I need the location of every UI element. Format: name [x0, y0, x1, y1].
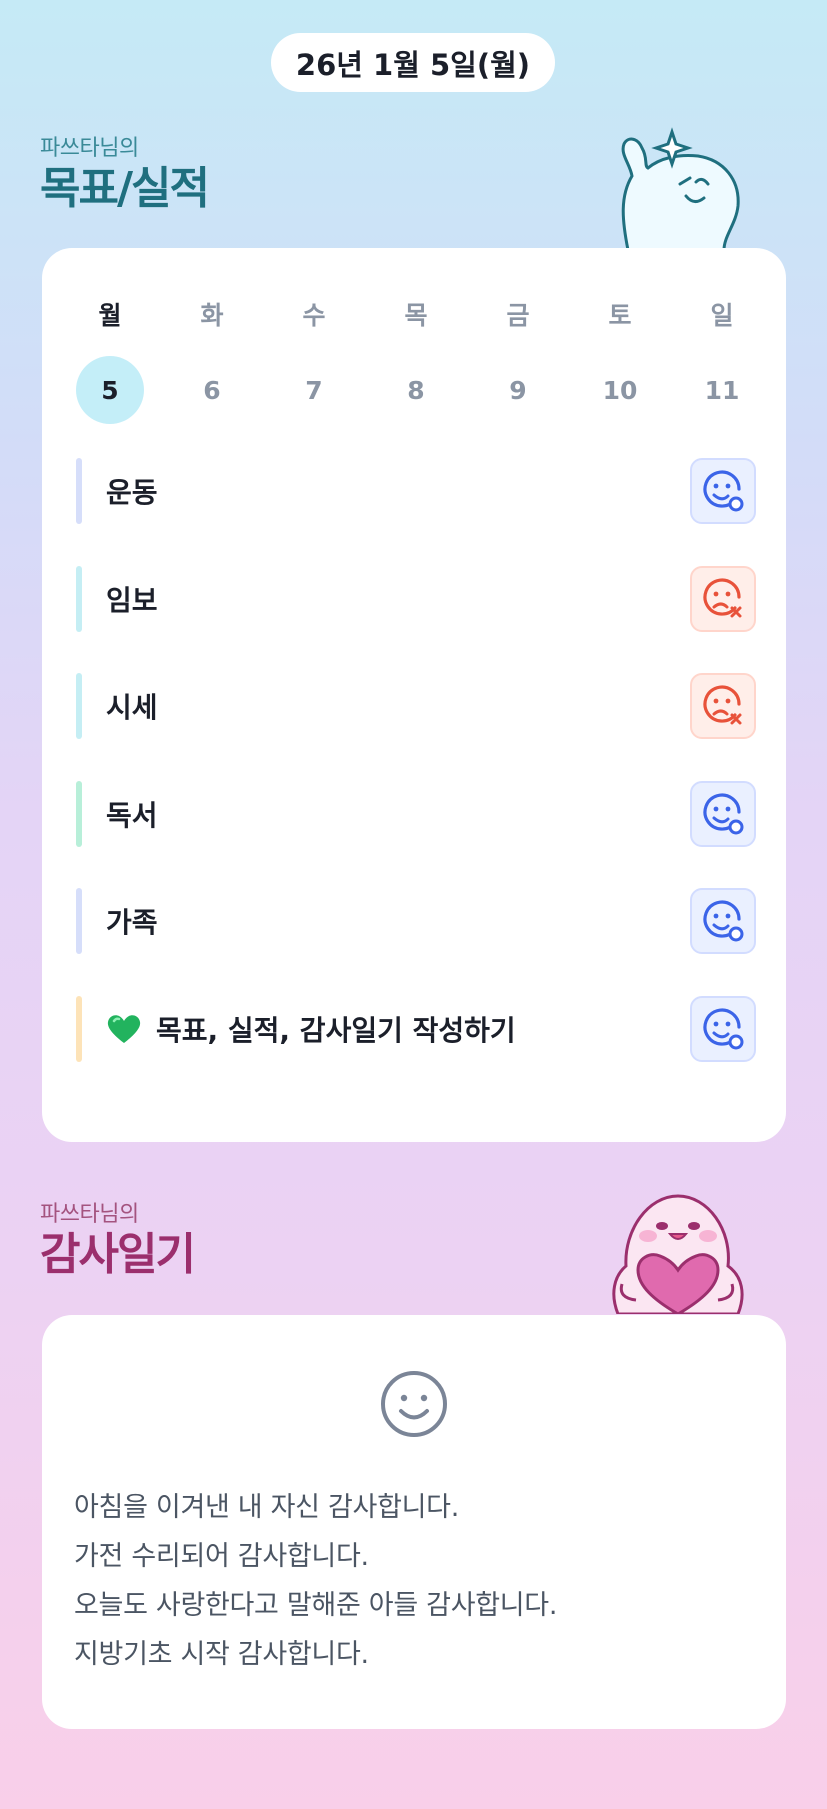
diary-line: 아침을 이겨낸 내 자신 감사합니다.	[74, 1492, 459, 1523]
frown-x-icon	[703, 577, 742, 617]
diary-subtitle: 파쓰타님의	[40, 1202, 139, 1227]
goal-item[interactable]: 목표, 실적, 감사일기 작성하기	[76, 995, 756, 1062]
weekday-label: 수	[302, 301, 326, 330]
goal-list: 운동 임보 시세 독서 가족 목표, 실적, 감사일기 작성하기	[76, 458, 756, 1103]
goal-status-button[interactable]	[690, 995, 756, 1062]
date-row: 5 6 7 8 9 10 11	[76, 356, 756, 424]
weekday-label: 화	[200, 301, 224, 330]
date-cell[interactable]: 10	[586, 356, 654, 424]
smile-icon	[381, 1371, 447, 1437]
smile-check-icon	[703, 900, 744, 942]
goal-status-button[interactable]	[690, 458, 756, 524]
goal-bar	[76, 780, 82, 847]
goal-text: 운동	[106, 476, 158, 509]
goal-item[interactable]: 임보	[76, 565, 756, 632]
goal-text: 목표, 실적, 감사일기 작성하기	[156, 1013, 516, 1047]
goals-title: 목표/실적	[40, 163, 210, 214]
smile-check-icon	[703, 792, 744, 834]
weekday-label: 목	[404, 301, 428, 330]
goal-bar	[76, 995, 82, 1062]
goal-text: 임보	[106, 583, 158, 617]
diary-line: 오늘도 사랑한다고 말해준 아들 감사합니다.	[74, 1590, 558, 1621]
date-cell[interactable]: 8	[382, 356, 450, 424]
date-cell[interactable]: 9	[484, 356, 552, 424]
diary-line: 가전 수리되어 감사합니다.	[74, 1541, 369, 1572]
weekday-row: 월 화 수 목 금 토 일	[76, 296, 756, 332]
diary-section-header: 파쓰타님의 감사일기	[40, 1196, 196, 1280]
goal-text: 가족	[106, 906, 158, 939]
green-heart-icon	[107, 1014, 141, 1043]
goal-status-button[interactable]	[690, 565, 756, 632]
diary-text: 아침을 이겨낸 내 자신 감사합니다. 가전 수리되어 감사합니다. 오늘도 사…	[74, 1483, 764, 1679]
weekday-label: 금	[506, 301, 530, 330]
goal-bar	[76, 673, 82, 739]
goal-label: 시세	[106, 686, 158, 726]
goal-status-button[interactable]	[690, 888, 756, 954]
goal-bar	[76, 888, 82, 954]
date-cell-selected[interactable]: 5	[76, 356, 144, 424]
goals-subtitle: 파쓰타님의	[40, 136, 139, 161]
goal-item[interactable]: 운동	[76, 458, 756, 524]
smile-check-icon	[703, 470, 744, 512]
goal-label: 목표, 실적, 감사일기 작성하기	[106, 1009, 516, 1049]
waving-mascot-icon	[621, 127, 740, 250]
goal-label: 독서	[106, 794, 158, 834]
goal-text: 시세	[106, 691, 158, 724]
goal-item[interactable]: 독서	[76, 780, 756, 847]
date-pill[interactable]: 26년 1월 5일(월)	[271, 33, 555, 92]
goal-bar	[76, 458, 82, 524]
goal-item[interactable]: 가족	[76, 888, 756, 954]
goal-bar	[76, 565, 82, 632]
heart-hugging-mascot-icon	[612, 1194, 744, 1314]
diary-card: 아침을 이겨낸 내 자신 감사합니다. 가전 수리되어 감사합니다. 오늘도 사…	[42, 1315, 786, 1729]
goal-label: 임보	[106, 579, 158, 619]
goal-item[interactable]: 시세	[76, 673, 756, 739]
date-cell[interactable]: 6	[178, 356, 246, 424]
goal-text: 독서	[106, 798, 158, 832]
goal-status-button[interactable]	[690, 780, 756, 847]
weekday-label: 일	[710, 301, 734, 330]
goals-card: 월 화 수 목 금 토 일 5 6 7 8 9 10 11 운동 임보 시세 독…	[42, 248, 786, 1142]
goal-label: 가족	[106, 901, 158, 941]
diary-line: 지방기초 시작 감사합니다.	[74, 1639, 369, 1670]
goal-status-button[interactable]	[690, 673, 756, 739]
frown-x-icon	[703, 685, 742, 725]
weekday-label: 토	[608, 301, 632, 330]
date-label: 26년 1월 5일(월)	[295, 47, 531, 82]
goals-section-header: 파쓰타님의 목표/실적	[40, 130, 210, 214]
weekday-label: 월	[98, 301, 122, 330]
goal-label: 운동	[106, 471, 158, 511]
date-cell[interactable]: 11	[688, 356, 756, 424]
diary-title: 감사일기	[40, 1229, 196, 1280]
date-cell[interactable]: 7	[280, 356, 348, 424]
smile-check-icon	[703, 1007, 744, 1049]
